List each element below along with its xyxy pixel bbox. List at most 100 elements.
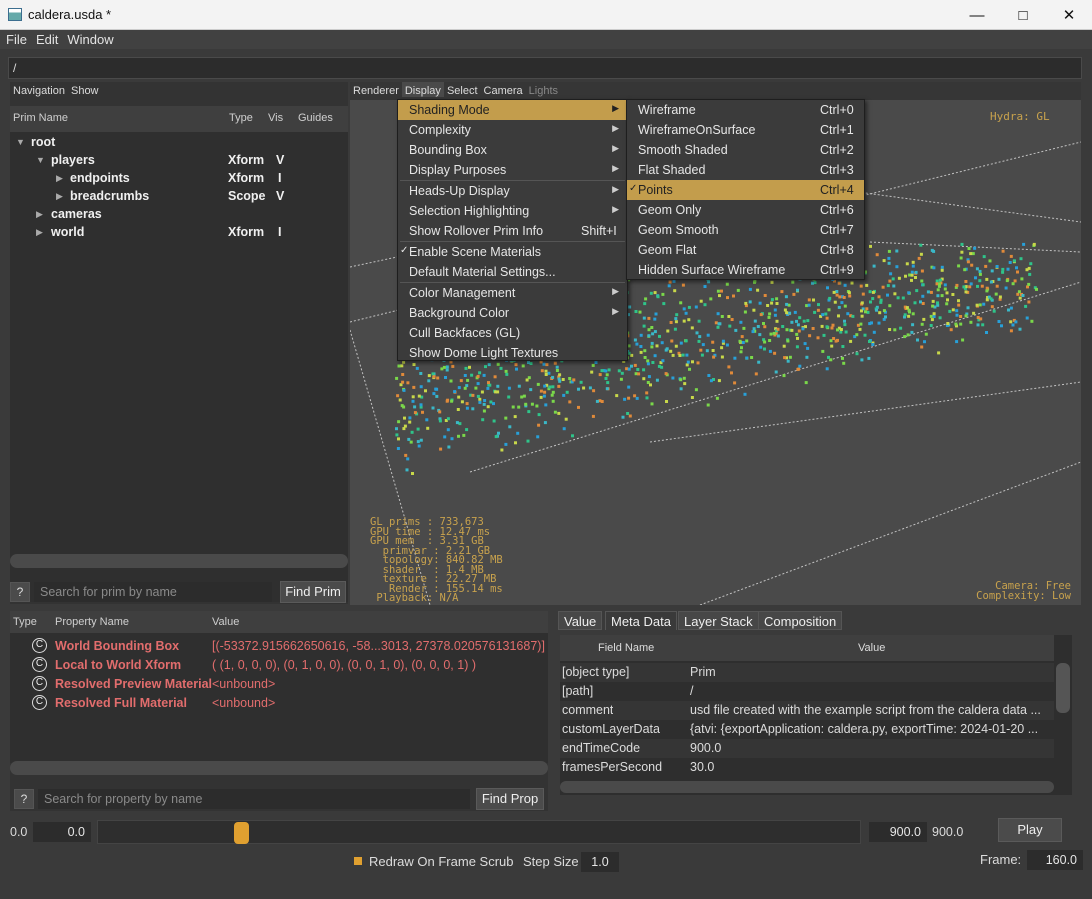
property-scrollbar[interactable] — [10, 761, 548, 775]
find-prim-button[interactable]: Find Prim — [280, 581, 346, 603]
scene-point — [888, 328, 892, 331]
tree-row-players[interactable]: ▼ players Xform V — [10, 151, 348, 169]
collapse-arrow-icon[interactable]: ▶ — [36, 227, 43, 238]
property-help-button[interactable]: ? — [14, 789, 34, 809]
col-value[interactable]: Value — [212, 616, 239, 628]
menu-item-flat-shaded[interactable]: Flat Shaded Ctrl+3 — [627, 160, 864, 180]
menu-item-smooth-shaded[interactable]: Smooth Shaded Ctrl+2 — [627, 140, 864, 160]
tab-navigation[interactable]: Navigation — [13, 85, 65, 97]
collapse-arrow-icon[interactable]: ▶ — [56, 191, 63, 202]
menu-window[interactable]: Window — [61, 30, 116, 47]
collapse-arrow-icon[interactable]: ▶ — [56, 173, 63, 184]
minimize-button[interactable]: — — [954, 0, 1000, 30]
menu-lights[interactable]: Lights — [526, 82, 561, 97]
prim-scrollbar[interactable] — [10, 554, 348, 568]
col-prim-name[interactable]: Prim Name — [13, 112, 68, 124]
end-frame-field[interactable]: 900.0 — [869, 822, 927, 842]
menu-item-bounding-box[interactable]: Bounding Box ▶ — [398, 140, 627, 160]
scene-point — [797, 329, 801, 333]
tree-row-breadcrumbs[interactable]: ▶ breadcrumbs Scope V — [10, 187, 348, 205]
menu-item-geom-flat[interactable]: Geom Flat Ctrl+8 — [627, 240, 864, 260]
menu-item-geom-smooth[interactable]: Geom Smooth Ctrl+7 — [627, 220, 864, 240]
scene-point — [732, 294, 735, 298]
metadata-row[interactable]: [object type] Prim — [560, 663, 1054, 682]
path-field[interactable]: / — [8, 57, 1082, 79]
menu-item-shading-mode[interactable]: Shading Mode ▶ — [398, 100, 627, 120]
prim-search-input[interactable]: Search for prim by name — [34, 582, 272, 602]
menu-item-geom-only[interactable]: Geom Only Ctrl+6 — [627, 200, 864, 220]
tab-meta-data[interactable]: Meta Data — [605, 611, 677, 630]
menu-item-cull-backfaces[interactable]: Cull Backfaces (GL) — [398, 323, 627, 343]
menu-item-points[interactable]: ✓ Points Ctrl+4 — [627, 180, 864, 200]
scene-point — [835, 290, 839, 293]
col-type[interactable]: Type — [13, 616, 37, 628]
menu-item-default-material[interactable]: Default Material Settings... — [398, 262, 627, 282]
metadata-hscrollbar[interactable] — [560, 781, 1054, 793]
step-size-field[interactable]: 1.0 — [581, 852, 619, 872]
menu-edit[interactable]: Edit — [30, 30, 61, 47]
tree-row-world[interactable]: ▶ world Xform I — [10, 223, 348, 241]
close-button[interactable]: ✕ — [1046, 0, 1092, 30]
property-row[interactable]: C World Bounding Box [(-53372.9156626506… — [10, 637, 548, 656]
expand-arrow-icon[interactable]: ▼ — [36, 155, 45, 165]
maximize-button[interactable]: □ — [1000, 0, 1046, 30]
metadata-row[interactable]: customLayerData {atvi: {exportApplication… — [560, 720, 1054, 739]
scene-point — [403, 416, 406, 420]
menu-renderer[interactable]: Renderer — [350, 82, 402, 97]
scene-point — [494, 390, 498, 394]
metadata-scrollbar[interactable] — [1056, 663, 1070, 713]
metadata-row[interactable]: comment usd file created with the example… — [560, 701, 1054, 720]
prim-help-button[interactable]: ? — [10, 582, 30, 602]
find-prop-button[interactable]: Find Prop — [476, 788, 544, 810]
current-frame-field[interactable]: 160.0 — [1027, 850, 1083, 870]
menu-item-rollover-prim-info[interactable]: Show Rollover Prim Info Shift+I — [398, 221, 627, 241]
menu-item-wireframe-on-surface[interactable]: WireframeOnSurface Ctrl+1 — [627, 120, 864, 140]
menu-file[interactable]: File — [0, 30, 30, 47]
start-frame-field[interactable]: 0.0 — [33, 822, 91, 842]
metadata-row[interactable]: [path] / — [560, 682, 1054, 701]
col-vis[interactable]: Vis — [268, 112, 283, 124]
scene-point — [981, 323, 985, 327]
scene-point — [733, 381, 737, 385]
metadata-row[interactable]: endTimeCode 900.0 — [560, 739, 1054, 758]
menu-camera[interactable]: Camera — [481, 82, 526, 97]
menu-item-color-management[interactable]: Color Management ▶ — [398, 283, 627, 303]
property-row[interactable]: C Resolved Full Material <unbound> — [10, 694, 548, 713]
menu-item-heads-up-display[interactable]: Heads-Up Display ▶ — [398, 181, 627, 201]
col-type[interactable]: Type — [229, 112, 253, 124]
metadata-row[interactable]: framesPerSecond 30.0 — [560, 758, 1054, 777]
menu-item-enable-scene-materials[interactable]: ✓ Enable Scene Materials — [398, 242, 627, 262]
property-search-input[interactable]: Search for property by name — [38, 789, 470, 809]
col-field-value[interactable]: Value — [858, 642, 885, 654]
property-row[interactable]: C Local to World Xform ( (1, 0, 0, 0), (… — [10, 656, 548, 675]
menu-item-background-color[interactable]: Background Color ▶ — [398, 303, 627, 323]
menu-display[interactable]: Display — [401, 82, 444, 97]
tree-row-cameras[interactable]: ▶ cameras — [10, 205, 348, 223]
tab-show[interactable]: Show — [71, 85, 99, 97]
col-property-name[interactable]: Property Name — [55, 616, 129, 628]
app-icon — [8, 8, 22, 21]
menu-item-dome-light-textures[interactable]: Show Dome Light Textures — [398, 343, 627, 363]
tab-layer-stack[interactable]: Layer Stack — [678, 611, 759, 630]
collapse-arrow-icon[interactable]: ▶ — [36, 209, 43, 220]
tab-composition[interactable]: Composition — [758, 611, 843, 630]
menu-item-hidden-surface-wireframe[interactable]: Hidden Surface Wireframe Ctrl+9 — [627, 260, 864, 280]
menu-item-complexity[interactable]: Complexity ▶ — [398, 120, 627, 140]
tree-row-endpoints[interactable]: ▶ endpoints Xform I — [10, 169, 348, 187]
tree-row-root[interactable]: ▼ root — [10, 133, 348, 151]
expand-arrow-icon[interactable]: ▼ — [16, 137, 25, 147]
menu-item-display-purposes[interactable]: Display Purposes ▶ — [398, 160, 627, 180]
redraw-checkbox[interactable] — [354, 857, 362, 865]
play-button[interactable]: Play — [998, 818, 1062, 842]
frame-slider[interactable] — [97, 820, 861, 844]
menu-item-selection-highlighting[interactable]: Selection Highlighting ▶ — [398, 201, 627, 221]
property-row[interactable]: C Resolved Preview Material <unbound> — [10, 675, 548, 694]
menu-select[interactable]: Select — [444, 82, 481, 97]
menu-item-wireframe[interactable]: Wireframe Ctrl+0 — [627, 100, 864, 120]
scene-point — [686, 360, 690, 364]
col-field-name[interactable]: Field Name — [598, 642, 654, 654]
col-guides[interactable]: Guides — [298, 112, 333, 124]
tab-value[interactable]: Value — [558, 611, 603, 630]
scene-point — [935, 282, 939, 286]
frame-slider-handle[interactable] — [234, 822, 249, 844]
